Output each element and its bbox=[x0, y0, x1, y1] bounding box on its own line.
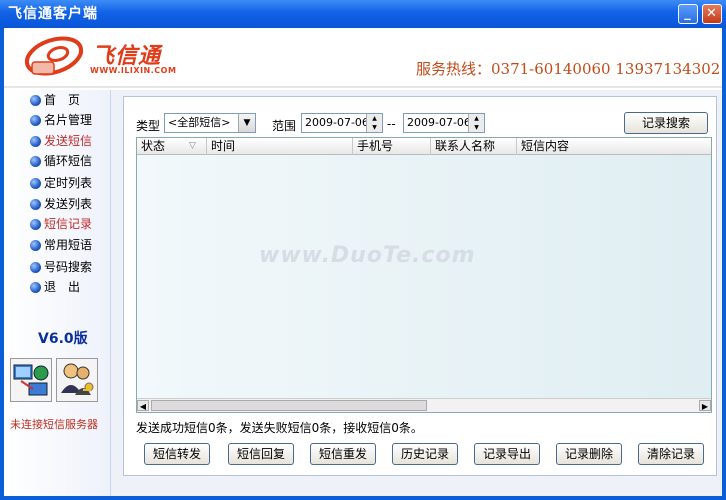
sidebar-item-send-list[interactable]: 发送列表 bbox=[30, 194, 110, 214]
column-header-phone[interactable]: 手机号 bbox=[353, 138, 431, 155]
bullet-icon bbox=[30, 219, 41, 230]
record-summary: 发送成功短信0条，发送失败短信0条，接收短信0条。 bbox=[136, 421, 423, 435]
column-header-content[interactable]: 短信内容 bbox=[517, 138, 711, 155]
column-header-time[interactable]: 时间 bbox=[207, 138, 353, 155]
bullet-icon bbox=[30, 240, 41, 251]
sidebar-item-label: 发送短信 bbox=[44, 134, 93, 148]
watermark: www.DuoTe.com bbox=[259, 243, 476, 268]
sidebar: 首 页 名片管理 发送短信 循环短信 定时列表 发送列表 短信记录 常用短语 号… bbox=[4, 90, 110, 496]
column-header-status[interactable]: 状态 ▽ bbox=[137, 138, 207, 155]
type-label: 类型 bbox=[136, 119, 161, 133]
bullet-icon bbox=[30, 262, 41, 273]
clear-records-button[interactable]: 清除记录 bbox=[638, 443, 704, 465]
date-from-field[interactable]: 2009-07-06 ▲ ▼ bbox=[301, 113, 383, 133]
sidebar-item-label: 循环短信 bbox=[44, 154, 93, 168]
delete-records-button[interactable]: 记录删除 bbox=[556, 443, 622, 465]
range-separator: -- bbox=[387, 117, 396, 131]
export-records-button[interactable]: 记录导出 bbox=[474, 443, 540, 465]
scroll-left-icon[interactable]: ◀ bbox=[137, 400, 149, 411]
logo-url: WWW.ILIXIN.COM bbox=[90, 66, 177, 75]
sidebar-item-exit[interactable]: 退 出 bbox=[30, 277, 110, 297]
date-from-value: 2009-07-06 bbox=[305, 116, 369, 129]
bullet-icon bbox=[30, 178, 41, 189]
bullet-icon bbox=[30, 156, 41, 167]
client-area: 飞信通 WWW.ILIXIN.COM 服务热线：0371-60140060 13… bbox=[4, 28, 722, 496]
sidebar-item-label: 号码搜索 bbox=[44, 260, 93, 274]
sidebar-item-loop-sms[interactable]: 循环短信 bbox=[30, 151, 110, 171]
users-key-icon[interactable] bbox=[56, 358, 98, 402]
spin-icon[interactable]: ▲ ▼ bbox=[468, 114, 484, 132]
column-header-contact[interactable]: 联系人名称 bbox=[431, 138, 517, 155]
bullet-icon bbox=[30, 199, 41, 210]
forward-sms-button[interactable]: 短信转发 bbox=[144, 443, 210, 465]
title-bar: 飞信通客户端 _ ✕ bbox=[0, 0, 726, 28]
sidebar-item-label: 短信记录 bbox=[44, 217, 93, 231]
sidebar-item-home[interactable]: 首 页 bbox=[30, 90, 110, 110]
sidebar-item-contacts[interactable]: 名片管理 bbox=[30, 110, 110, 130]
records-table: 状态 ▽ 时间 手机号 联系人名称 短信内容 www.DuoTe.com ◀ ▶ bbox=[136, 137, 712, 413]
connection-status: 未连接短信服务器 bbox=[10, 418, 98, 431]
window-title: 飞信通客户端 bbox=[8, 6, 98, 22]
date-to-field[interactable]: 2009-07-06 ▲ ▼ bbox=[403, 113, 485, 133]
type-select-value: <全部短信> bbox=[168, 116, 231, 129]
history-button[interactable]: 历史记录 bbox=[392, 443, 458, 465]
scroll-thumb[interactable] bbox=[151, 400, 427, 411]
sort-icon: ▽ bbox=[189, 141, 196, 151]
reply-sms-button[interactable]: 短信回复 bbox=[228, 443, 294, 465]
sidebar-item-label: 首 页 bbox=[44, 93, 81, 107]
service-hotline: 服务热线：0371-60140060 13937134302 bbox=[416, 60, 721, 78]
date-to-value: 2009-07-06 bbox=[407, 116, 471, 129]
network-icon[interactable] bbox=[10, 358, 52, 402]
table-body[interactable]: www.DuoTe.com bbox=[137, 155, 711, 399]
table-header: 状态 ▽ 时间 手机号 联系人名称 短信内容 bbox=[137, 138, 711, 155]
main-panel: 类型 <全部短信> ▼ 范围 2009-07-06 ▲ ▼ -- 2009-07-… bbox=[110, 90, 722, 496]
sidebar-item-label: 定时列表 bbox=[44, 176, 93, 190]
chevron-down-icon[interactable]: ▼ bbox=[238, 114, 255, 132]
horizontal-scrollbar[interactable]: ◀ ▶ bbox=[137, 398, 711, 412]
bullet-icon bbox=[30, 136, 41, 147]
logo-icon bbox=[24, 36, 84, 76]
resend-sms-button[interactable]: 短信重发 bbox=[310, 443, 376, 465]
sidebar-item-sms-records[interactable]: 短信记录 bbox=[30, 214, 110, 234]
bullet-icon bbox=[30, 282, 41, 293]
app-window: 飞信通客户端 _ ✕ 飞信通 WWW.ILIXIN.COM 服务热线：0371-… bbox=[0, 0, 726, 500]
bullet-icon bbox=[30, 95, 41, 106]
type-select[interactable]: <全部短信> ▼ bbox=[164, 113, 256, 133]
close-button[interactable]: ✕ bbox=[702, 4, 722, 24]
record-search-button[interactable]: 记录搜索 bbox=[624, 112, 708, 134]
sidebar-item-label: 退 出 bbox=[44, 280, 81, 294]
range-label: 范围 bbox=[272, 119, 297, 133]
sidebar-item-phrases[interactable]: 常用短语 bbox=[30, 235, 110, 255]
sidebar-item-scheduled-list[interactable]: 定时列表 bbox=[30, 173, 110, 193]
version-label: V6.0版 bbox=[38, 331, 88, 347]
scroll-right-icon[interactable]: ▶ bbox=[699, 400, 711, 411]
bullet-icon bbox=[30, 115, 41, 126]
sidebar-item-number-search[interactable]: 号码搜索 bbox=[30, 257, 110, 277]
header: 飞信通 WWW.ILIXIN.COM 服务热线：0371-60140060 13… bbox=[4, 28, 722, 88]
sidebar-item-label: 发送列表 bbox=[44, 197, 93, 211]
sidebar-item-label: 名片管理 bbox=[44, 113, 93, 127]
minimize-button[interactable]: _ bbox=[678, 4, 698, 24]
sidebar-item-label: 常用短语 bbox=[44, 238, 93, 252]
spin-icon[interactable]: ▲ ▼ bbox=[366, 114, 382, 132]
records-panel: 类型 <全部短信> ▼ 范围 2009-07-06 ▲ ▼ -- 2009-07-… bbox=[123, 96, 717, 476]
sidebar-item-send-sms[interactable]: 发送短信 bbox=[30, 131, 110, 151]
